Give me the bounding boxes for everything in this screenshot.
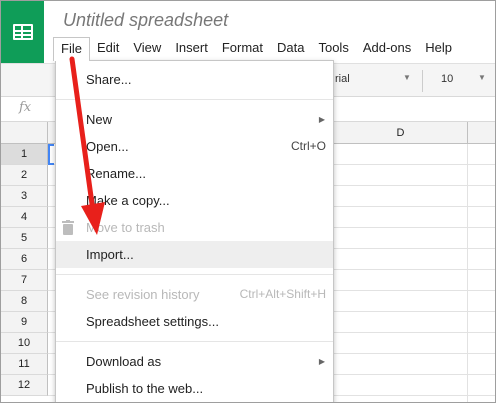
menu-item-move-to-trash[interactable]: Move to trash [56,214,333,241]
row-header[interactable]: 9 [1,312,48,333]
chevron-down-icon[interactable]: ▼ [403,73,411,82]
grid-line [467,144,468,402]
menu-item-label: Spreadsheet settings... [86,314,219,329]
menu-help[interactable]: Help [418,37,459,59]
menu-add-ons[interactable]: Add-ons [356,37,418,59]
row-header[interactable]: 6 [1,249,48,270]
chevron-down-icon[interactable]: ▼ [478,73,486,82]
menu-item-download-as[interactable]: Download as ▶ [56,348,333,375]
font-size-select[interactable]: 10 [441,73,453,85]
menu-divider [56,341,333,342]
row-header[interactable]: 5 [1,228,48,249]
row-header[interactable]: 10 [1,333,48,354]
row-header[interactable]: 11 [1,354,48,375]
menu-format[interactable]: Format [215,37,270,59]
menu-edit[interactable]: Edit [90,37,126,59]
row-header[interactable]: 7 [1,270,48,291]
row-header[interactable]: 8 [1,291,48,312]
document-title[interactable]: Untitled spreadsheet [63,10,228,31]
row-header[interactable]: 4 [1,207,48,228]
row-header[interactable]: 2 [1,165,48,186]
triangle-right-icon: ▶ [318,357,325,366]
column-header[interactable] [468,122,495,144]
column-header-d[interactable]: D [334,122,468,144]
menubar: File Edit View Insert Format Data Tools … [53,37,459,61]
menu-item-import[interactable]: Import... [56,241,333,268]
menu-item-share[interactable]: Share... [56,66,333,93]
menu-item-spreadsheet-settings[interactable]: Spreadsheet settings... [56,308,333,335]
toolbar-divider [422,70,423,92]
menu-item-shortcut: Ctrl+Alt+Shift+H [239,287,326,301]
menu-divider [56,274,333,275]
menu-item-shortcut: Ctrl+O [290,139,326,153]
menu-item-open[interactable]: Open... Ctrl+O [56,133,333,160]
menu-item-publish-to-the-web[interactable]: Publish to the web... [56,375,333,402]
sheets-logo-icon[interactable] [1,1,44,63]
menu-item-label: Import... [86,247,134,262]
triangle-right-icon: ▶ [318,115,325,124]
app-window: Untitled spreadsheet File Edit View Inse… [0,0,496,403]
menu-tools[interactable]: Tools [311,37,355,59]
font-family-select[interactable]: rial [335,73,350,85]
row-header[interactable]: 12 [1,375,48,396]
menu-item-rename[interactable]: Rename... [56,160,333,187]
trash-icon [62,220,74,235]
menu-item-new[interactable]: New ▶ [56,106,333,133]
menu-insert[interactable]: Insert [168,37,215,59]
menu-divider [56,99,333,100]
row-header[interactable]: 3 [1,186,48,207]
select-all-corner[interactable] [1,122,48,144]
row-header[interactable]: 1 [1,144,48,165]
fx-icon: fx [19,100,32,115]
menu-item-make-a-copy[interactable]: Make a copy... [56,187,333,214]
menu-item-label: New [86,112,113,127]
selected-cell-a1[interactable] [48,144,54,165]
menu-item-label: See revision history [86,287,200,302]
menu-item-label: Publish to the web... [86,381,204,396]
menu-data[interactable]: Data [270,37,311,59]
menu-file[interactable]: File [53,37,90,61]
menu-item-label: Download as [86,354,162,369]
file-menu-dropdown: Share... New ▶ Open... Ctrl+O Rename... … [55,60,334,402]
menu-item-label: Move to trash [86,220,165,235]
menu-item-label: Share... [86,72,132,87]
menu-item-label: Open... [86,139,129,154]
menu-item-see-revision-history[interactable]: See revision history Ctrl+Alt+Shift+H [56,281,333,308]
menu-item-label: Make a copy... [86,193,170,208]
menu-item-label: Rename... [86,166,146,181]
menu-view[interactable]: View [126,37,168,59]
